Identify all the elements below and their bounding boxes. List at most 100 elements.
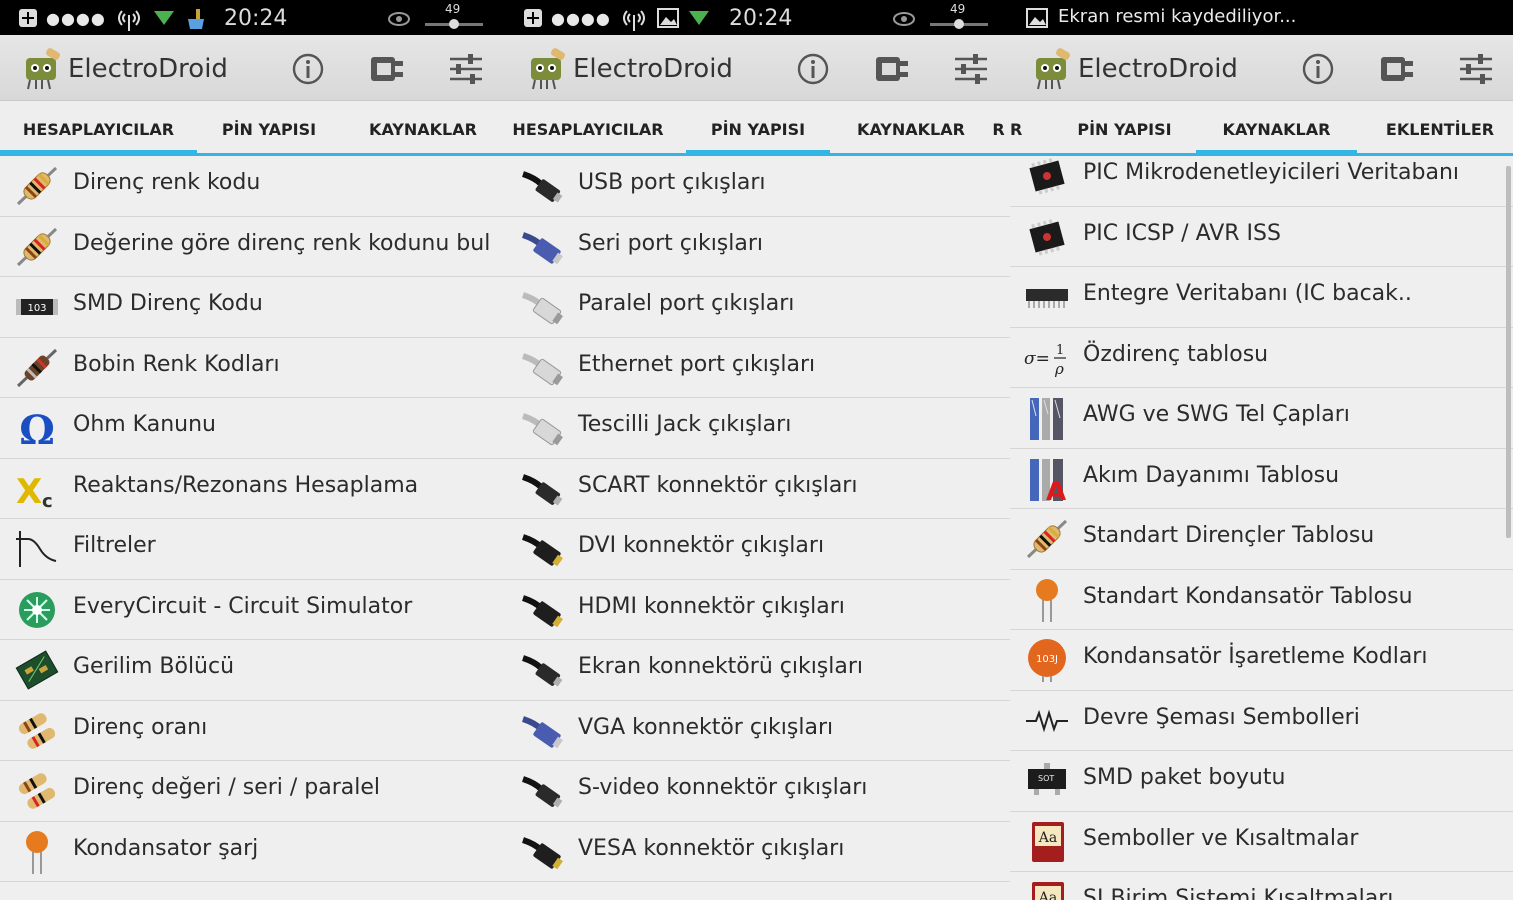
list-item-partial[interactable] bbox=[0, 882, 505, 900]
volume-slider[interactable]: 49 bbox=[930, 2, 988, 31]
list-item[interactable]: VGA konnektör çıkışları bbox=[505, 701, 1010, 761]
tab-calculators[interactable]: HESAPLAYICILAR bbox=[505, 101, 671, 153]
list-item[interactable]: Tescilli Jack çıkışları bbox=[505, 398, 1010, 459]
action-bar: ElectroDroid bbox=[0, 35, 505, 101]
list-item-label: Filtreler bbox=[73, 533, 156, 558]
list-item-label: Akım Dayanımı Tablosu bbox=[1083, 462, 1340, 488]
download-icon bbox=[688, 11, 709, 25]
resistors-icon bbox=[14, 709, 60, 753]
plugin-icon[interactable] bbox=[874, 51, 910, 87]
settings-sliders-icon[interactable] bbox=[448, 51, 484, 87]
list-item-label: Ethernet port çıkışları bbox=[578, 351, 816, 377]
dots-icon: ●●●● bbox=[551, 8, 611, 28]
list-item[interactable]: Ethernet port çıkışları bbox=[505, 338, 1010, 398]
list-item[interactable]: DVI konnektör çıkışları bbox=[505, 519, 1010, 580]
list-item[interactable]: Gerilim Bölücü bbox=[0, 640, 505, 701]
list-item[interactable]: SMD paket boyutu bbox=[1010, 751, 1513, 812]
info-icon[interactable] bbox=[795, 51, 831, 87]
list-item[interactable]: Filtreler bbox=[0, 519, 505, 580]
pcb-icon bbox=[14, 648, 60, 692]
cleaner-icon bbox=[187, 9, 204, 29]
svideo-cable-icon bbox=[519, 769, 565, 813]
info-icon[interactable] bbox=[1300, 51, 1336, 87]
list-item[interactable]: AWG ve SWG Tel Çapları bbox=[1010, 388, 1513, 449]
image-icon bbox=[656, 8, 679, 28]
list-item-label: Devre Şeması Sembolleri bbox=[1083, 704, 1360, 730]
list-item[interactable]: Devre Şeması Sembolleri bbox=[1010, 691, 1513, 751]
action-bar: ElectroDroid bbox=[505, 35, 1010, 101]
info-icon[interactable] bbox=[290, 51, 326, 87]
plugin-icon[interactable] bbox=[369, 51, 405, 87]
list-item[interactable]: SCART konnektör çıkışları bbox=[505, 459, 1010, 519]
tab-pinouts[interactable]: PİN YAPISI bbox=[686, 101, 830, 156]
volume-slider[interactable]: 49 bbox=[425, 2, 483, 31]
electrodroid-logo-icon bbox=[20, 48, 62, 90]
action-bar: ElectroDroid bbox=[1010, 35, 1513, 101]
list-item[interactable]: SMD Direnç Kodu bbox=[0, 277, 505, 338]
list-item-label: Ekran konnektörü çıkışları bbox=[578, 654, 864, 679]
list-item[interactable]: USB port çıkışları bbox=[505, 156, 1010, 217]
list-item[interactable]: Semboller ve Kısaltmalar bbox=[1010, 812, 1513, 872]
settings-sliders-icon[interactable] bbox=[953, 51, 989, 87]
list-scrollbar[interactable] bbox=[1506, 166, 1511, 538]
list-item[interactable]: EveryCircuit - Circuit Simulator bbox=[0, 580, 505, 640]
plugin-icon[interactable] bbox=[1379, 51, 1415, 87]
status-bar: ●●●● 20:24 49 bbox=[505, 0, 1010, 35]
chip-icon bbox=[1024, 154, 1070, 198]
resources-list: PIC Mikrodenetleyicileri Veritabanı PIC … bbox=[1010, 146, 1513, 900]
list-item[interactable]: Standart Dirençler Tablosu bbox=[1010, 509, 1513, 570]
list-item[interactable]: S-video konnektör çıkışları bbox=[505, 761, 1010, 822]
list-item[interactable]: Reaktans/Rezonans Hesaplama bbox=[0, 459, 505, 519]
ic-dip-icon bbox=[1024, 275, 1070, 319]
wire-icon bbox=[1024, 396, 1070, 440]
list-item-label: SI Birim Sistemi Kısaltmaları bbox=[1083, 886, 1394, 900]
tab-pinouts[interactable]: PİN YAPISI bbox=[197, 101, 341, 153]
list-item[interactable]: Direnç renk kodu bbox=[0, 156, 505, 217]
list-item-label: Standart Kondansatör Tablosu bbox=[1083, 583, 1413, 609]
list-item[interactable]: Kondansatör İşaretleme Kodları bbox=[1010, 630, 1513, 691]
hdmi-cable-icon bbox=[519, 588, 565, 632]
list-item[interactable]: Değerine göre direnç renk kodunu bul bbox=[0, 217, 505, 277]
list-item[interactable]: Entegre Veritabanı (IC bacak.. bbox=[1010, 267, 1513, 328]
settings-sliders-icon[interactable] bbox=[1458, 51, 1494, 87]
list-item[interactable]: Bobin Renk Kodları bbox=[0, 338, 505, 398]
signal-icon bbox=[117, 10, 140, 31]
omega-icon bbox=[14, 406, 60, 450]
list-item[interactable]: Akım Dayanımı Tablosu bbox=[1010, 449, 1513, 509]
list-item[interactable]: Paralel port çıkışları bbox=[505, 277, 1010, 338]
list-item[interactable]: Direnç değeri / seri / paralel bbox=[0, 761, 505, 822]
list-item-label: AWG ve SWG Tel Çapları bbox=[1083, 402, 1350, 427]
add-notification-icon bbox=[524, 9, 542, 27]
list-item-label: USB port çıkışları bbox=[578, 170, 766, 195]
list-item[interactable]: PIC Mikrodenetleyicileri Veritabanı bbox=[1010, 146, 1513, 207]
list-item-label: Değerine göre direnç renk kodunu bul bbox=[73, 230, 491, 256]
wire-current-icon bbox=[1024, 457, 1070, 501]
tab-resources[interactable]: KAYNAKLAR bbox=[341, 101, 505, 153]
list-item[interactable]: HDMI konnektör çıkışları bbox=[505, 580, 1010, 640]
smd-resistor-icon bbox=[14, 890, 60, 900]
list-item[interactable]: Standart Kondansatör Tablosu bbox=[1010, 570, 1513, 630]
list-item-label: Direnç değeri / seri / paralel bbox=[73, 775, 381, 800]
list-item[interactable]: Seri port çıkışları bbox=[505, 217, 1010, 277]
tab-resources[interactable]: KAYNAKLAR bbox=[835, 101, 987, 153]
list-item[interactable]: Kondansator şarj bbox=[0, 822, 505, 882]
tab-calculators[interactable]: HESAPLAYICILAR bbox=[0, 101, 197, 156]
resistivity-formula-icon bbox=[1024, 336, 1070, 380]
resistors-network-icon bbox=[14, 769, 60, 813]
list-item[interactable]: Ekran konnektörü çıkışları bbox=[505, 640, 1010, 701]
list-item[interactable]: Direnç oranı bbox=[0, 701, 505, 761]
inductor-icon bbox=[14, 346, 60, 390]
list-item[interactable]: PIC ICSP / AVR ISS bbox=[1010, 207, 1513, 267]
list-item[interactable]: Ohm Kanunu bbox=[0, 398, 505, 459]
list-item-partial[interactable]: SI Birim Sistemi Kısaltmaları bbox=[1010, 872, 1513, 900]
vesa-cable-icon bbox=[519, 830, 565, 874]
filter-curve-icon bbox=[14, 527, 60, 571]
image-icon bbox=[1026, 8, 1048, 28]
tab-partial[interactable]: R bbox=[987, 101, 1010, 153]
panel-resources: Ekran resmi kaydediliyor... ElectroDroid… bbox=[1010, 0, 1513, 900]
panel-calculators: ●●●● 20:24 49 ElectroDroid HESAPLAYICILA… bbox=[0, 0, 505, 900]
screenshot-status-message: Ekran resmi kaydediliyor... bbox=[1058, 6, 1297, 27]
list-item[interactable]: Özdirenç tablosu bbox=[1010, 328, 1513, 388]
list-item[interactable]: VESA konnektör çıkışları bbox=[505, 822, 1010, 882]
dvi-cable-icon bbox=[519, 527, 565, 571]
